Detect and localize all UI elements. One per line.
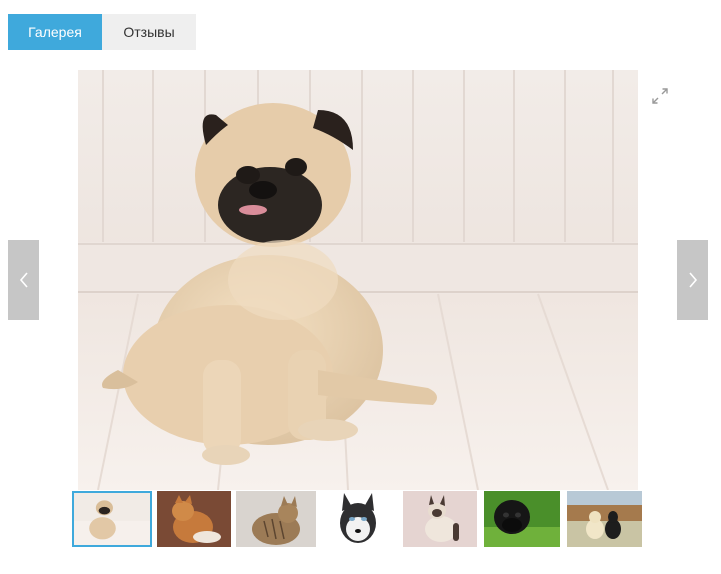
tab-reviews[interactable]: Отзывы: [102, 14, 196, 50]
thumbnail-black-pug[interactable]: [484, 491, 560, 547]
thumbnail-strip: [72, 491, 642, 549]
prev-image-button[interactable]: [8, 240, 39, 320]
thumbnail-pug[interactable]: [72, 491, 152, 547]
thumbnail-siamese-cat[interactable]: [403, 491, 477, 547]
thumbnail-orange-cat[interactable]: [157, 491, 231, 547]
tab-bar: Галерея Отзывы: [8, 14, 196, 50]
tab-gallery[interactable]: Галерея: [8, 14, 102, 50]
next-image-button[interactable]: [677, 240, 708, 320]
main-gallery-image[interactable]: [78, 70, 638, 490]
thumbnail-labradors[interactable]: [567, 491, 642, 547]
thumbnail-husky[interactable]: [326, 491, 390, 547]
thumbnail-tabby-cat[interactable]: [236, 491, 316, 547]
expand-icon[interactable]: [650, 86, 670, 106]
chevron-right-icon: [688, 272, 697, 288]
chevron-left-icon: [19, 272, 28, 288]
